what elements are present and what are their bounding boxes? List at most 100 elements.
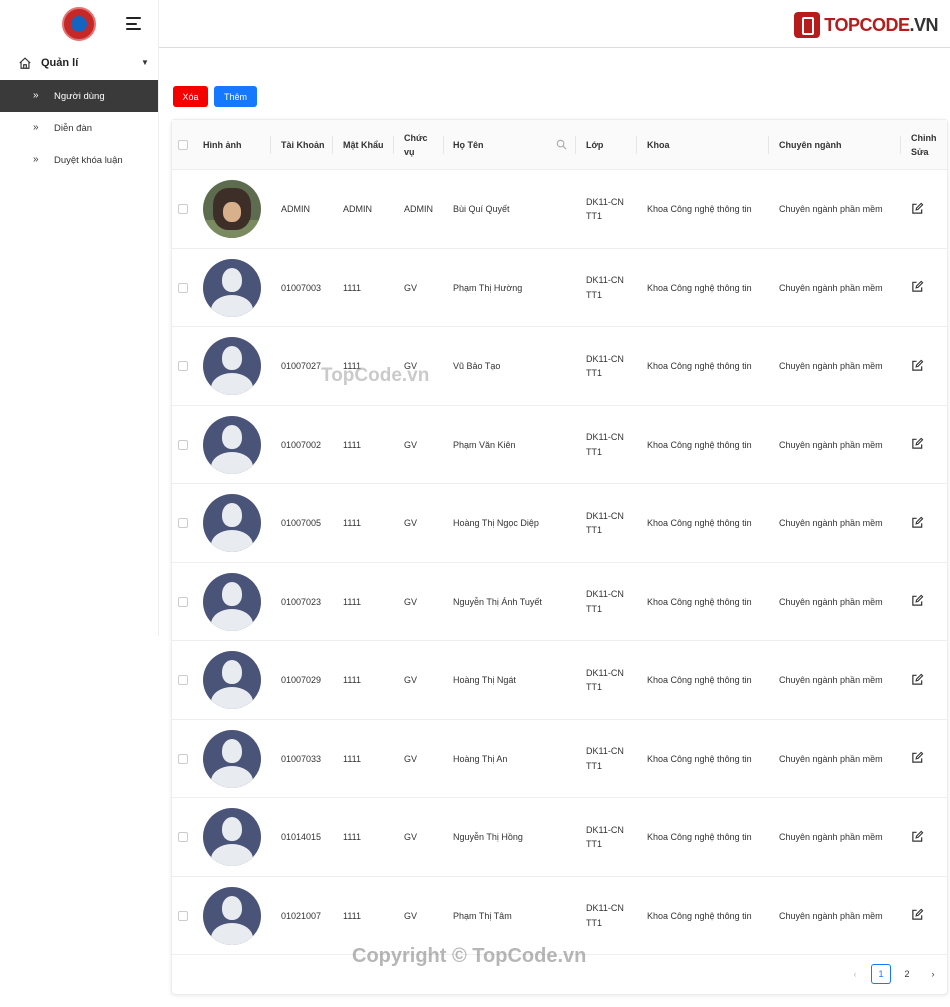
edit-icon[interactable] <box>911 908 924 923</box>
cell-name: Hoàng Thị Ngọc Diệp <box>453 518 539 528</box>
edit-icon[interactable] <box>911 830 924 845</box>
row-checkbox[interactable] <box>178 910 188 921</box>
cell-account: 01007029 <box>281 675 322 685</box>
sidebar: Quản lí ▼ » Người dùng » Diễn đàn » Duyệt khó… <box>0 0 159 636</box>
search-icon[interactable] <box>556 139 567 150</box>
header-faculty: Khoa <box>647 140 670 150</box>
edit-icon[interactable] <box>911 202 924 217</box>
home-icon <box>19 57 31 69</box>
cell-account: 01007033 <box>281 753 322 764</box>
menu-toggle-icon[interactable] <box>126 17 141 30</box>
row-checkbox[interactable] <box>178 282 188 293</box>
row-checkbox[interactable] <box>178 439 188 450</box>
watermark-mid: TopCode.vn <box>321 365 430 386</box>
header-name: Họ Tên <box>453 140 484 150</box>
cell-name: Hoàng Thị Ngát <box>453 675 516 685</box>
row-checkbox[interactable] <box>178 361 188 371</box>
cell-class: DK11-CNTT1 <box>586 196 624 221</box>
cell-name: Nguyễn Thị Ánh Tuyết <box>453 596 542 607</box>
user-avatar <box>203 886 261 945</box>
cell-password: 1111 <box>343 282 362 293</box>
cell-name: Phạm Văn Kiên <box>453 439 516 450</box>
edit-icon[interactable] <box>911 280 924 295</box>
row-checkbox[interactable] <box>178 518 188 528</box>
cell-role: ADMIN <box>404 204 433 214</box>
cell-class: DK11-CNTT1 <box>586 667 624 692</box>
cell-name: Vũ Bảo Tạo <box>453 361 501 371</box>
cell-class: DK11-CNTT1 <box>586 353 624 378</box>
edit-icon[interactable] <box>911 751 924 766</box>
edit-icon[interactable] <box>911 359 924 374</box>
row-checkbox[interactable] <box>178 753 188 764</box>
cell-name: Hoàng Thị An <box>453 753 508 764</box>
cell-faculty: Khoa Công nghệ thông tin <box>647 518 752 528</box>
cell-class: DK11-CNTT1 <box>586 824 624 849</box>
header-role: Chức vụ <box>404 132 428 157</box>
cell-role: GV <box>404 282 418 293</box>
double-chevron-right-icon: » <box>33 90 38 101</box>
pagination: ‹ 12 › <box>845 964 943 984</box>
cell-account: 01021007 <box>281 910 322 921</box>
next-page-icon[interactable]: › <box>923 964 943 984</box>
delete-button[interactable]: Xóa <box>173 86 208 107</box>
cell-major: Chuyên ngành phần mềm <box>779 204 883 214</box>
cell-name: Nguyễn Thị Hồng <box>453 832 523 842</box>
row-checkbox[interactable] <box>178 675 188 685</box>
cell-account: 01007003 <box>281 282 322 293</box>
cell-password: 1111 <box>343 832 362 842</box>
cell-faculty: Khoa Công nghệ thông tin <box>647 361 752 371</box>
header-class: Lớp <box>586 140 604 150</box>
row-checkbox[interactable] <box>178 832 188 842</box>
cell-account: 01014015 <box>281 832 322 842</box>
row-checkbox[interactable] <box>178 596 188 607</box>
select-all-checkbox[interactable] <box>178 140 188 150</box>
cell-role: GV <box>404 832 418 842</box>
edit-icon[interactable] <box>911 594 924 609</box>
cell-major: Chuyên ngành phần mềm <box>779 832 883 842</box>
cell-class: DK11-CNTT1 <box>586 746 624 771</box>
prev-page-icon[interactable]: ‹ <box>845 964 865 984</box>
double-chevron-right-icon: » <box>33 154 38 165</box>
edit-icon[interactable] <box>911 516 924 531</box>
cell-faculty: Khoa Công nghệ thông tin <box>647 753 752 764</box>
row-checkbox[interactable] <box>178 204 188 214</box>
cell-class: DK11-CNTT1 <box>586 432 624 457</box>
table-row: 01007023 1111 GV Nguyễn Thị Ánh Tuyết DK11-C… <box>172 563 947 641</box>
edit-icon[interactable] <box>911 437 924 452</box>
cell-faculty: Khoa Công nghệ thông tin <box>647 439 752 450</box>
cell-password: 1111 <box>343 675 362 685</box>
cell-role: GV <box>404 596 418 607</box>
cell-major: Chuyên ngành phần mềm <box>779 361 883 371</box>
double-chevron-right-icon: » <box>33 122 38 133</box>
school-logo[interactable] <box>62 7 96 41</box>
table-row: 01007033 1111 GV Hoàng Thị An DK11-CNTT1 Khoa… <box>172 720 947 798</box>
brand-icon <box>794 12 821 38</box>
sidebar-group-manage[interactable]: Quản lí ▼ <box>0 48 158 80</box>
cell-password: 1111 <box>343 518 362 528</box>
cell-faculty: Khoa Công nghệ thông tin <box>647 282 752 293</box>
cell-account: 01007002 <box>281 439 322 450</box>
cell-role: GV <box>404 753 418 764</box>
header-password: Mật Khẩu <box>343 140 384 150</box>
sidebar-item-label: Duyệt khóa luận <box>54 155 123 166</box>
page-button[interactable]: 2 <box>897 964 917 984</box>
edit-icon[interactable] <box>911 673 924 688</box>
cell-role: GV <box>404 518 418 528</box>
select-all-checkbox-cell[interactable] <box>178 120 188 170</box>
header-account: Tài Khoản <box>281 140 325 150</box>
brand-logo: TOPCODE.VN <box>794 12 938 38</box>
user-avatar <box>203 572 261 631</box>
sidebar-item[interactable]: » Duyệt khóa luận <box>0 144 158 176</box>
sidebar-item[interactable]: » Diễn đàn <box>0 112 158 144</box>
add-button[interactable]: Thêm <box>214 86 257 107</box>
cell-faculty: Khoa Công nghệ thông tin <box>647 675 752 685</box>
sidebar-item-label: Diễn đàn <box>54 123 93 134</box>
sidebar-item[interactable]: » Người dùng <box>0 80 158 112</box>
cell-class: DK11-CNTT1 <box>586 510 624 535</box>
header-image: Hình ảnh <box>203 140 242 150</box>
table-row: 01007005 1111 GV Hoàng Thị Ngọc Diệp DK11-CN… <box>172 484 947 563</box>
page-button[interactable]: 1 <box>871 964 891 984</box>
user-avatar <box>203 729 261 788</box>
cell-password: 1111 <box>343 596 362 607</box>
cell-role: GV <box>404 910 418 921</box>
